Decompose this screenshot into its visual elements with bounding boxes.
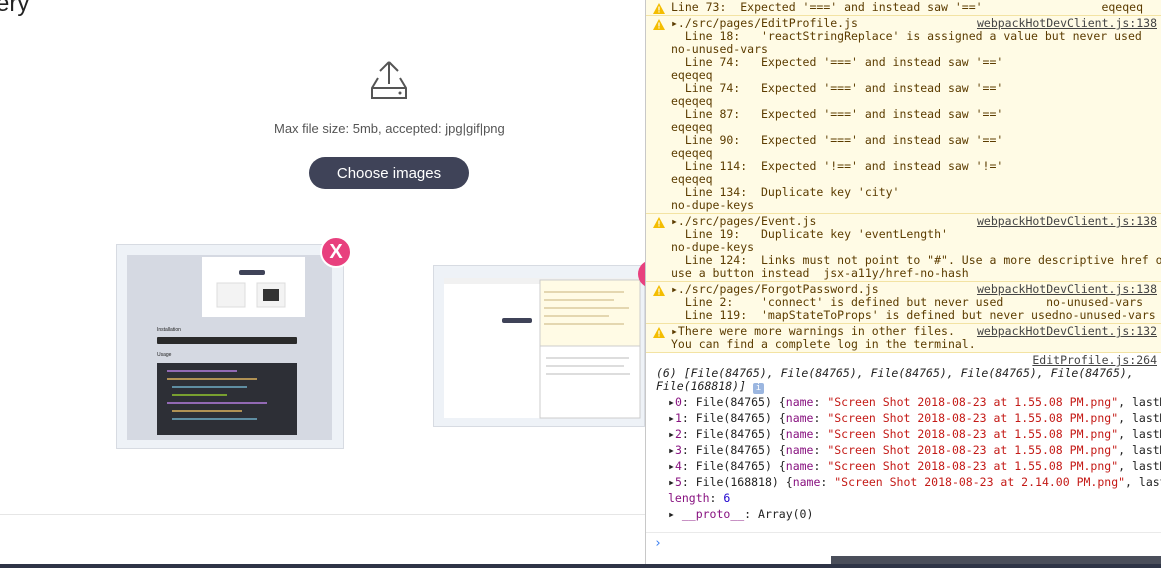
warning-icon <box>653 3 665 14</box>
warning-icon <box>653 327 665 338</box>
array-entry[interactable]: ▸4: File(84765) {name: "Screen Shot 2018… <box>656 458 1161 474</box>
warning-icon <box>653 285 665 296</box>
warning-block: ▸There were more warnings in other files… <box>646 324 1161 353</box>
source-link[interactable]: webpackHotDevClient.js:138 <box>977 215 1157 228</box>
array-entry[interactable]: ▸5: File(168818) {name: "Screen Shot 201… <box>656 474 1161 490</box>
image-thumbnail[interactable] <box>433 265 645 427</box>
warning-line: Line 73: Expected '===' and instead saw … <box>671 0 1143 14</box>
warning-block: ▸./src/pages/Event.js webpackHotDevClient… <box>646 214 1161 282</box>
choose-images-button[interactable]: Choose images <box>309 157 469 189</box>
svg-text:Usage: Usage <box>157 352 172 358</box>
array-proto[interactable]: ▸ __proto__: Array(0) <box>656 506 1157 522</box>
thumbnail-preview <box>444 278 641 419</box>
array-length: length: 6 <box>668 491 731 505</box>
scrollbar[interactable] <box>831 556 1161 564</box>
warning-line: You can find a complete log in the termi… <box>671 337 976 351</box>
page-title: ery <box>0 0 30 17</box>
warning-line: Line 114: Expected '!==' and instead saw… <box>671 159 1004 173</box>
image-thumbnail[interactable]: Installation Usage <box>116 244 344 449</box>
log-source-link[interactable]: EditProfile.js:264 <box>1032 353 1157 367</box>
warning-line: Line 87: Expected '===' and instead saw … <box>671 107 1004 121</box>
warning-block: ▸./src/pages/ForgotPassword.js webpackHot… <box>646 282 1161 324</box>
warning-line: Line 119: 'mapStateToProps' is defined b… <box>671 308 1156 322</box>
svg-text:Installation: Installation <box>157 327 181 333</box>
remove-image-button[interactable]: X <box>320 236 352 268</box>
warning-block: ▸./src/pages/EditProfile.js webpackHotDev… <box>646 16 1161 214</box>
warning-line: Line 74: Expected '===' and instead saw … <box>671 81 1004 95</box>
thumbnail-preview: Installation Usage <box>127 255 332 440</box>
source-link[interactable]: webpackHotDevClient.js:132 <box>977 325 1157 338</box>
taskbar <box>0 564 1161 568</box>
warning-icon <box>653 19 665 30</box>
console-prompt[interactable]: › <box>646 532 1161 556</box>
prompt-chevron-icon: › <box>654 536 662 551</box>
array-entry[interactable]: ▸0: File(84765) {name: "Screen Shot 2018… <box>656 394 1161 410</box>
array-entries: ▸0: File(84765) {name: "Screen Shot 2018… <box>656 394 1161 490</box>
info-icon[interactable]: i <box>752 383 764 394</box>
warning-line: Line 90: Expected '===' and instead saw … <box>671 133 1004 147</box>
warning-block: Line 73: Expected '===' and instead saw … <box>646 0 1161 16</box>
warning-icon <box>653 217 665 228</box>
warning-line: no-dupe-keys <box>671 198 755 212</box>
devtools-console[interactable]: Line 73: Expected '===' and instead saw … <box>645 0 1161 564</box>
max-file-size-note: Max file size: 5mb, accepted: jpg|gif|pn… <box>274 121 505 136</box>
warning-line: use a button instead jsx-a11y/href-no-ha… <box>671 266 969 280</box>
warning-line: Line 74: Expected '===' and instead saw … <box>671 55 1004 69</box>
array-summary-cont: File(168818)] i <box>656 380 1157 394</box>
array-entry[interactable]: ▸1: File(84765) {name: "Screen Shot 2018… <box>656 410 1161 426</box>
upload-tray-icon <box>371 61 407 99</box>
warning-list: Line 73: Expected '===' and instead saw … <box>646 0 1161 353</box>
console-log: EditProfile.js:264 (6) [File(84765), Fil… <box>646 353 1161 522</box>
array-entry[interactable]: ▸3: File(84765) {name: "Screen Shot 2018… <box>656 442 1161 458</box>
divider <box>0 514 648 515</box>
array-entry[interactable]: ▸2: File(84765) {name: "Screen Shot 2018… <box>656 426 1161 442</box>
